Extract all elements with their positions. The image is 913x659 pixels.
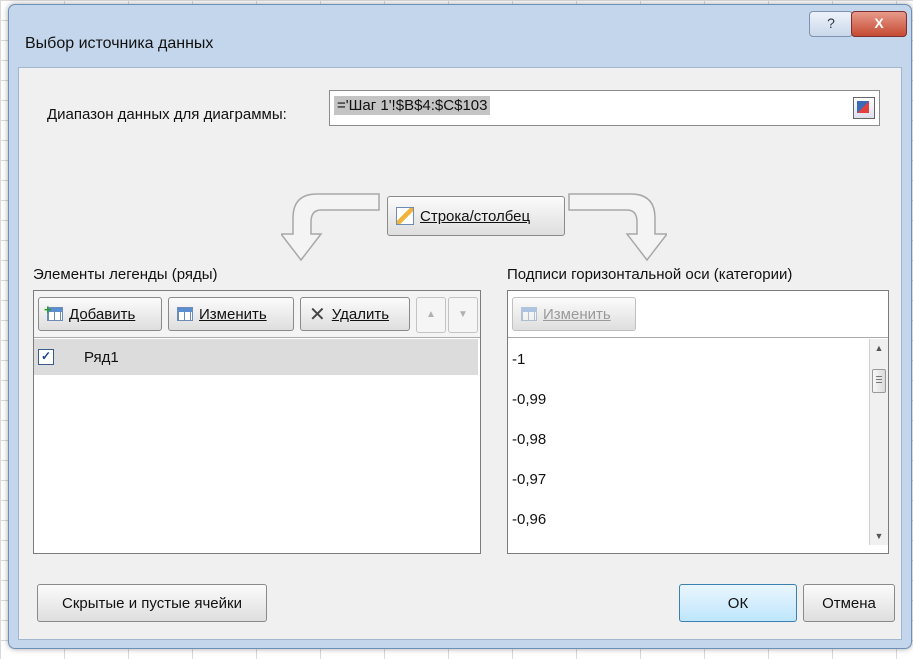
left-curved-arrow-icon (281, 193, 380, 262)
edit-table-icon (177, 307, 193, 321)
category-scrollbar[interactable]: ▲ ▼ (869, 339, 888, 545)
category-item[interactable]: -0,96 (512, 511, 546, 528)
scroll-down-arrow-icon[interactable]: ▼ (870, 527, 888, 545)
category-toolbar: Изменить (508, 291, 888, 338)
ok-button[interactable]: ОК (679, 584, 797, 622)
category-item[interactable]: -0,98 (512, 431, 546, 448)
chart-data-range-label: Диапазон данных для диаграммы: (47, 106, 287, 123)
remove-series-button[interactable]: ✕ Удалить (300, 297, 410, 331)
title-bar: Выбор источника данных ? X (9, 5, 911, 65)
hidden-empty-cells-label: Скрытые и пустые ячейки (62, 594, 242, 612)
category-labels-panel: Изменить -1 -0,99 -0,98 -0,97 -0,96 ▲ ▼ (507, 290, 889, 554)
remove-series-label: Удалить (331, 305, 390, 323)
select-data-source-dialog: Выбор источника данных ? X Диапазон данн… (8, 4, 912, 649)
right-curved-arrow-icon (568, 193, 667, 262)
switch-row-column-icon (396, 207, 414, 225)
add-series-button[interactable]: + Добавить (38, 297, 162, 331)
close-button[interactable]: X (851, 11, 907, 37)
series-name: Ряд1 (84, 349, 119, 366)
edit-categories-button[interactable]: Изменить (512, 297, 636, 331)
scroll-thumb[interactable] (872, 369, 886, 393)
collapse-dialog-icon[interactable] (853, 97, 875, 119)
remove-x-icon: ✕ (309, 303, 326, 326)
edit-series-button[interactable]: Изменить (168, 297, 294, 331)
dialog-title: Выбор источника данных (25, 35, 214, 52)
switch-row-column-label: Строка/столбец (420, 207, 531, 225)
category-item[interactable]: -0,97 (512, 471, 546, 488)
legend-toolbar: + Добавить Изменить ✕ Удалить ▲ ▼ (34, 291, 480, 338)
edit-table-icon (521, 307, 537, 321)
move-down-button[interactable]: ▼ (448, 297, 478, 333)
add-table-icon: + (44, 302, 63, 321)
series-list-item[interactable]: ✓ Ряд1 (34, 339, 478, 375)
chart-data-range-value: ='Шаг 1'!$B$4:$C$103 (334, 96, 491, 115)
cancel-button[interactable]: Отмена (803, 584, 895, 622)
cancel-label: Отмена (822, 594, 876, 612)
legend-entries-label: Элементы легенды (ряды) (33, 266, 218, 283)
category-item[interactable]: -0,99 (512, 391, 546, 408)
scroll-up-arrow-icon[interactable]: ▲ (870, 339, 888, 357)
chart-data-range-input[interactable]: ='Шаг 1'!$B$4:$C$103 (329, 90, 880, 126)
category-list: -1 -0,99 -0,98 -0,97 -0,96 (508, 339, 880, 547)
ok-label: ОК (727, 594, 749, 612)
dialog-body: Диапазон данных для диаграммы: ='Шаг 1'!… (18, 67, 902, 640)
move-up-button[interactable]: ▲ (416, 297, 446, 333)
edit-categories-label: Изменить (543, 305, 611, 323)
edit-series-label: Изменить (199, 305, 267, 323)
switch-row-column-button[interactable]: Строка/столбец (387, 196, 565, 236)
series-checkbox[interactable]: ✓ (38, 349, 54, 365)
add-series-label: Добавить (69, 305, 136, 323)
category-item[interactable]: -1 (512, 351, 525, 368)
hidden-empty-cells-button[interactable]: Скрытые и пустые ячейки (37, 584, 267, 622)
category-labels-label: Подписи горизонтальной оси (категории) (507, 266, 793, 283)
legend-entries-panel: + Добавить Изменить ✕ Удалить ▲ ▼ ✓ Ряд1 (33, 290, 481, 554)
help-button[interactable]: ? (809, 11, 853, 37)
